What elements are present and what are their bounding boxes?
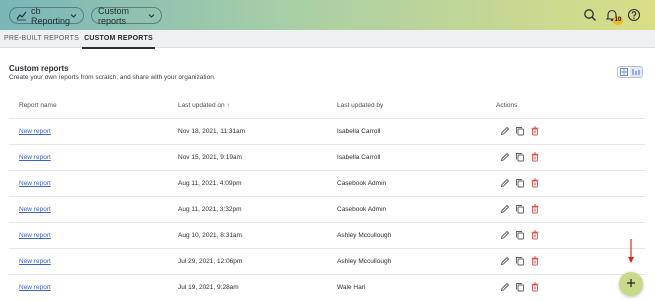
row-actions (499, 203, 541, 215)
annotation-arrow-icon (628, 239, 634, 263)
copy-icon[interactable] (514, 125, 526, 137)
delete-icon[interactable] (529, 125, 541, 137)
last-updated-by: Wale Hari (337, 284, 366, 291)
edit-icon[interactable] (499, 203, 511, 215)
table-row: New report Jul 19, 2021, 9:28am Wale Har… (9, 274, 645, 300)
last-updated-on: Nov 18, 2021, 11:31am (178, 128, 246, 135)
last-updated-by: Ashley Mccullough (337, 232, 392, 239)
view-toggle (617, 66, 643, 78)
edit-icon[interactable] (499, 281, 511, 293)
table-row: New report Aug 11, 2021, 4:09pm Casebook… (9, 170, 645, 196)
report-name-link[interactable]: New report (19, 128, 51, 135)
last-updated-on: Nov 15, 2021, 9:19am (178, 154, 242, 161)
table-row: New report Nov 15, 2021, 9:19am Isabella… (9, 144, 645, 170)
column-header-last-updated-by: Last updated by (337, 102, 384, 109)
delete-icon[interactable] (529, 151, 541, 163)
row-actions (499, 125, 541, 137)
edit-icon[interactable] (499, 177, 511, 189)
column-header-label: Last updated on (178, 102, 225, 109)
row-actions (499, 229, 541, 241)
last-updated-on: Jul 29, 2021, 12:06pm (178, 258, 243, 265)
last-updated-by: Isabella Carroll (337, 154, 381, 161)
table-row: New report Aug 10, 2021, 8:31am Ashley M… (9, 222, 645, 248)
report-name-link[interactable]: New report (19, 258, 51, 265)
edit-icon[interactable] (499, 229, 511, 241)
report-name-link[interactable]: New report (19, 154, 51, 161)
delete-icon[interactable] (529, 255, 541, 267)
row-actions (499, 151, 541, 163)
copy-icon[interactable] (514, 151, 526, 163)
edit-icon[interactable] (499, 255, 511, 267)
edit-icon[interactable] (499, 151, 511, 163)
list-view-icon[interactable] (630, 67, 642, 77)
plus-icon (626, 275, 636, 293)
row-actions (499, 177, 541, 189)
last-updated-on: Aug 11, 2021, 4:09pm (178, 180, 242, 187)
section-subtitle: Create your own reports from scratch, an… (9, 74, 216, 81)
report-tabs: PRE-BUILT REPORTS CUSTOM REPORTS (0, 30, 655, 49)
chevron-down-icon (70, 12, 77, 19)
report-name-link[interactable]: New report (19, 206, 51, 213)
search-icon[interactable] (583, 8, 597, 22)
tab-pre-built-reports[interactable]: PRE-BUILT REPORTS (4, 30, 79, 48)
column-header-report-name: Report name (19, 102, 57, 109)
copy-icon[interactable] (514, 255, 526, 267)
last-updated-on: Jul 19, 2021, 9:28am (178, 284, 239, 291)
section-title: Custom reports (9, 64, 69, 73)
notification-badge: 10 (613, 16, 623, 25)
delete-icon[interactable] (529, 229, 541, 241)
copy-icon[interactable] (514, 203, 526, 215)
app-switcher[interactable]: cb Reporting (9, 5, 84, 26)
last-updated-on: Aug 10, 2021, 8:31am (178, 232, 242, 239)
help-icon[interactable] (627, 8, 641, 22)
copy-icon[interactable] (514, 177, 526, 189)
grid-view-icon[interactable] (618, 67, 630, 77)
table-row: New report Jul 29, 2021, 12:06pm Ashley … (9, 248, 645, 274)
row-actions (499, 255, 541, 267)
last-updated-by: Ashley Mccullough (337, 258, 392, 265)
chart-icon (16, 10, 27, 21)
last-updated-on: Aug 11, 2021, 3:32pm (178, 206, 242, 213)
report-type-selector[interactable]: Custom reports (91, 5, 162, 26)
edit-icon[interactable] (499, 125, 511, 137)
report-name-link[interactable]: New report (19, 232, 51, 239)
last-updated-by: Casebook Admin (337, 206, 387, 213)
add-report-button[interactable] (619, 272, 643, 296)
report-type-label: Custom reports (98, 5, 130, 26)
top-header: cb Reporting Custom reports 10 (0, 0, 655, 30)
tab-custom-reports[interactable]: CUSTOM REPORTS (82, 30, 155, 49)
column-header-actions: Actions (496, 102, 518, 109)
row-actions (499, 281, 541, 293)
app-switcher-label: cb Reporting (31, 5, 71, 26)
last-updated-by: Isabella Carroll (337, 128, 381, 135)
delete-icon[interactable] (529, 281, 541, 293)
copy-icon[interactable] (514, 229, 526, 241)
last-updated-by: Casebook Admin (337, 180, 387, 187)
copy-icon[interactable] (514, 281, 526, 293)
report-name-link[interactable]: New report (19, 180, 51, 187)
report-name-link[interactable]: New report (19, 284, 51, 291)
sort-ascending-icon: ↑ (226, 102, 230, 109)
delete-icon[interactable] (529, 177, 541, 189)
delete-icon[interactable] (529, 203, 541, 215)
chevron-down-icon (148, 12, 155, 19)
column-header-last-updated-on[interactable]: Last updated on ↑ (178, 102, 230, 109)
table-row: New report Nov 18, 2021, 11:31am Isabell… (9, 118, 645, 144)
table-row: New report Aug 11, 2021, 3:32pm Casebook… (9, 196, 645, 222)
